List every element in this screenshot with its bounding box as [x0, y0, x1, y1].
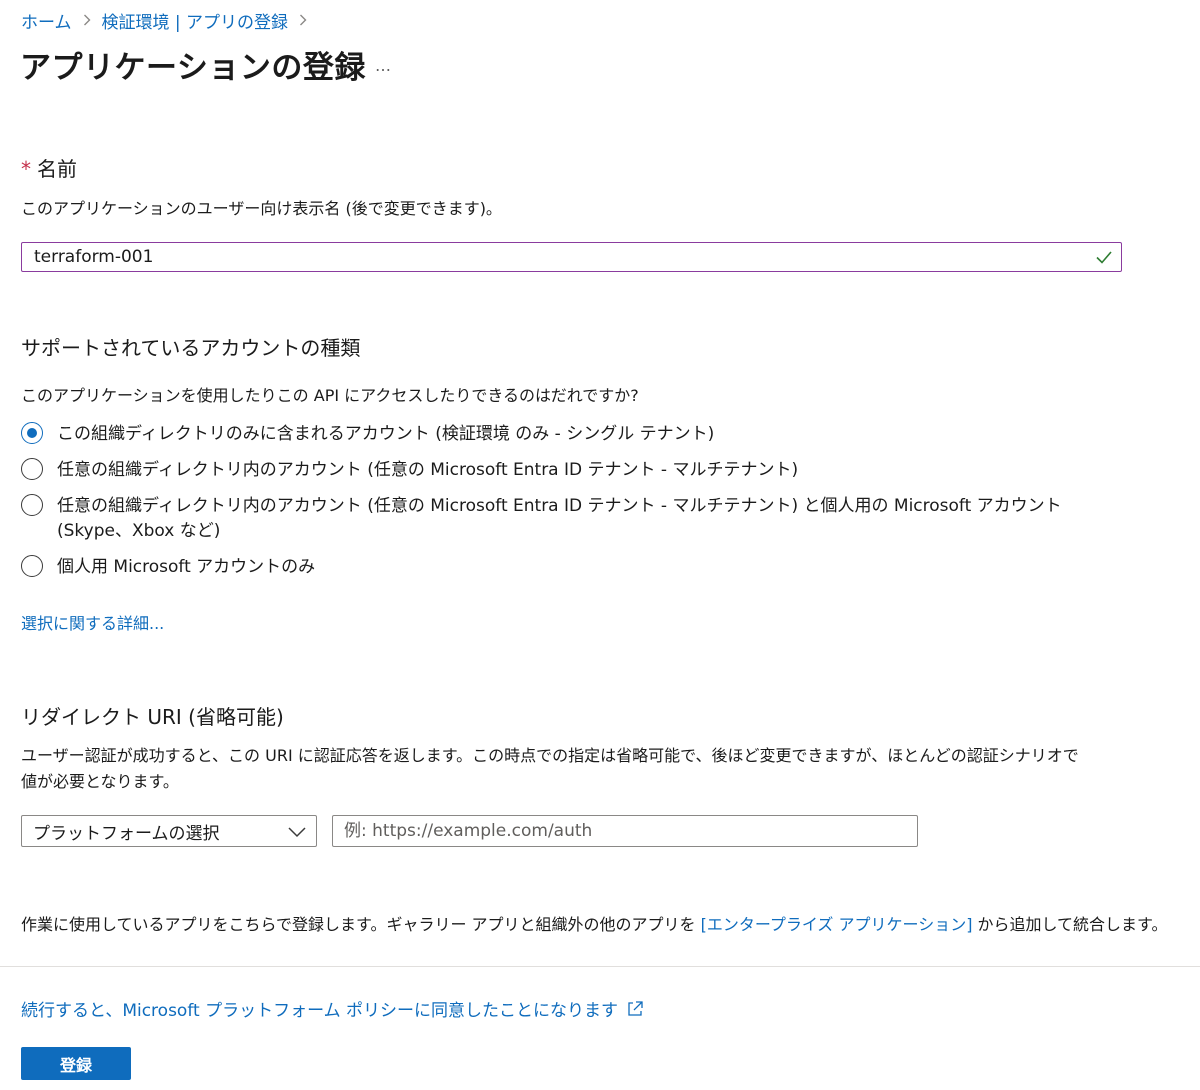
- account-option-multitenant-personal[interactable]: 任意の組織ディレクトリ内のアカウント (任意の Microsoft Entra …: [21, 494, 1111, 544]
- chevron-down-icon: [288, 827, 306, 838]
- platform-policy-link[interactable]: 続行すると、Microsoft プラットフォーム ポリシーに同意したことになりま…: [21, 996, 644, 1021]
- redirect-uri-heading: リダイレクト URI (省略可能): [21, 705, 284, 729]
- account-option-personal-only[interactable]: 個人用 Microsoft アカウントのみ: [21, 555, 315, 580]
- account-option-multitenant[interactable]: 任意の組織ディレクトリ内のアカウント (任意の Microsoft Entra …: [21, 458, 798, 483]
- name-label: * 名前: [21, 153, 77, 182]
- account-types-heading: サポートされているアカウントの種類: [21, 336, 361, 360]
- redirect-uri-description-line2: 値が必要となります。: [21, 772, 179, 791]
- redirect-uri-input[interactable]: [332, 815, 918, 847]
- page-title: アプリケーションの登録: [20, 50, 366, 86]
- platform-select-value: プラットフォームの選択: [33, 823, 220, 844]
- display-name-value[interactable]: terraform-001: [34, 247, 153, 267]
- name-label-text: 名前: [37, 157, 77, 181]
- account-types-question: このアプリケーションを使用したりこの API にアクセスしたりできるのはだれです…: [21, 386, 639, 405]
- chevron-right-icon: [299, 12, 307, 30]
- app-registration-page: ホーム 検証環境 | アプリの登録 アプリケーションの登録 … * 名前 このアプ…: [0, 0, 1200, 1090]
- account-option-label: 個人用 Microsoft アカウントのみ: [57, 557, 316, 577]
- breadcrumb-home[interactable]: ホーム: [21, 8, 72, 33]
- footer-note: 作業に使用しているアプリをこちらで登録します。ギャラリー アプリと組織外の他のア…: [21, 912, 1167, 938]
- radio-unselected[interactable]: [21, 458, 43, 480]
- chevron-right-icon: [83, 12, 91, 30]
- redirect-uri-description-line1: ユーザー認証が成功すると、この URI に認証応答を返します。この時点での指定は…: [21, 746, 1079, 765]
- footer-note-text-end: から追加して統合します。: [972, 915, 1168, 934]
- radio-unselected[interactable]: [21, 494, 43, 516]
- display-name-input[interactable]: terraform-001: [21, 242, 1122, 272]
- radio-selected[interactable]: [21, 422, 43, 444]
- enterprise-applications-link[interactable]: [エンタープライズ アプリケーション]: [701, 915, 973, 934]
- external-link-icon: [628, 1000, 643, 1016]
- more-options-button[interactable]: …: [375, 56, 392, 75]
- platform-policy-link-text[interactable]: 続行すると、Microsoft プラットフォーム ポリシーに同意したことになりま…: [21, 996, 618, 1021]
- account-option-single-tenant[interactable]: この組織ディレクトリのみに含まれるアカウント (検証環境 のみ - シングル テ…: [21, 422, 714, 447]
- account-option-label: 任意の組織ディレクトリ内のアカウント (任意の Microsoft Entra …: [57, 460, 799, 480]
- register-button[interactable]: 登録: [21, 1047, 131, 1080]
- footer-note-text: 作業に使用しているアプリをこちらで登録します。ギャラリー アプリと組織外の他のア…: [21, 915, 701, 934]
- account-option-label: 任意の組織ディレクトリ内のアカウント (任意の Microsoft Entra …: [57, 496, 1062, 541]
- account-option-label: この組織ディレクトリのみに含まれるアカウント (検証環境 のみ - シングル テ…: [57, 424, 715, 444]
- breadcrumb-app-registrations[interactable]: 検証環境 | アプリの登録: [102, 8, 289, 33]
- divider: [0, 966, 1200, 967]
- required-marker: *: [21, 157, 31, 181]
- platform-select[interactable]: プラットフォームの選択: [21, 815, 317, 847]
- breadcrumb: ホーム 検証環境 | アプリの登録: [21, 8, 318, 33]
- checkmark-icon: [1096, 251, 1112, 264]
- name-description: このアプリケーションのユーザー向け表示名 (後で変更できます)。: [21, 199, 502, 218]
- selection-details-link[interactable]: 選択に関する詳細...: [21, 611, 164, 637]
- radio-unselected[interactable]: [21, 555, 43, 577]
